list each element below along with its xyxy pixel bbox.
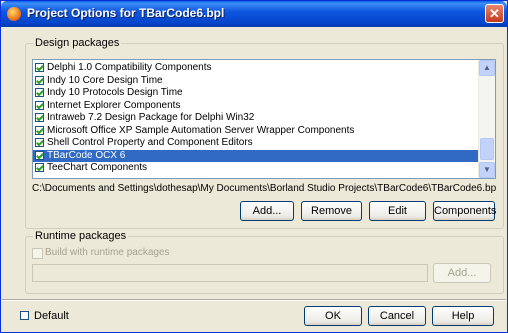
runtime-add-button[interactable]: Add... — [433, 263, 491, 283]
title-bar[interactable]: Project Options for TBarCode6.bpl ✕ — [1, 1, 507, 27]
package-label: Shell Control Property and Component Edi… — [47, 137, 253, 148]
list-scrollbar[interactable]: ▲ ▼ — [478, 60, 495, 178]
package-label: Internet Explorer Components — [47, 99, 181, 111]
package-checkbox[interactable] — [35, 63, 44, 72]
list-item[interactable]: Microsoft Office XP Sample Automation Se… — [33, 125, 478, 137]
runtime-packages-label: Runtime packages — [33, 230, 129, 242]
design-packages-list[interactable]: Delphi 1.0 Compatibility Components Indy … — [32, 59, 496, 179]
footer-divider — [2, 299, 506, 301]
components-button[interactable]: Components — [433, 201, 496, 221]
design-packages-label: Design packages — [33, 37, 122, 49]
help-button[interactable]: Help — [432, 306, 494, 326]
package-checkbox[interactable] — [35, 125, 44, 135]
list-item[interactable]: Indy 10 Protocols Design Time — [33, 87, 478, 99]
default-label: Default — [34, 310, 69, 322]
package-label: Microsoft Office XP Sample Automation Se… — [47, 124, 355, 136]
package-checkbox[interactable] — [35, 75, 44, 85]
list-item[interactable]: Internet Explorer Components — [33, 100, 478, 112]
package-checkbox[interactable] — [35, 88, 44, 97]
package-checkbox[interactable] — [35, 150, 44, 160]
runtime-packages-input[interactable] — [32, 264, 428, 282]
list-item[interactable]: Indy 10 Core Design Time — [33, 75, 478, 87]
close-icon[interactable]: ✕ — [485, 4, 504, 23]
list-item[interactable]: TBarCode OCX 6 — [33, 149, 478, 162]
package-checkbox[interactable] — [35, 113, 44, 122]
scroll-thumb[interactable] — [480, 138, 494, 160]
cancel-button[interactable]: Cancel — [368, 306, 426, 326]
window-title: Project Options for TBarCode6.bpl — [27, 6, 225, 20]
scroll-up-icon[interactable]: ▲ — [479, 60, 495, 76]
package-checkbox[interactable] — [35, 163, 44, 172]
package-label: TeeChart Components — [47, 162, 148, 173]
build-with-runtime-checkbox[interactable] — [32, 248, 43, 259]
list-item[interactable]: TeeChart Components — [33, 162, 478, 174]
package-label: Indy 10 Core Design Time — [47, 74, 163, 86]
edit-button[interactable]: Edit — [369, 201, 426, 221]
package-path: C:\Documents and Settings\dothesap\My Do… — [32, 183, 496, 194]
scroll-down-icon[interactable]: ▼ — [479, 162, 495, 178]
package-label: Delphi 1.0 Compatibility Components — [47, 62, 212, 73]
remove-button[interactable]: Remove — [301, 201, 362, 221]
package-checkbox[interactable] — [35, 138, 44, 147]
add-button[interactable]: Add... — [240, 201, 294, 221]
package-label: TBarCode OCX 6 — [47, 149, 126, 161]
build-with-runtime-label: Build with runtime packages — [45, 247, 170, 258]
app-icon — [7, 7, 21, 21]
package-checkbox[interactable] — [35, 100, 44, 110]
list-item[interactable]: Intraweb 7.2 Design Package for Delphi W… — [33, 112, 478, 124]
project-options-dialog: Project Options for TBarCode6.bpl ✕ Desi… — [0, 0, 508, 333]
package-label: Indy 10 Protocols Design Time — [47, 87, 183, 98]
package-label: Intraweb 7.2 Design Package for Delphi W… — [47, 112, 255, 123]
list-item[interactable]: Delphi 1.0 Compatibility Components — [33, 62, 478, 74]
default-checkbox[interactable] — [20, 311, 29, 320]
list-item[interactable]: Shell Control Property and Component Edi… — [33, 137, 478, 149]
ok-button[interactable]: OK — [304, 306, 362, 326]
